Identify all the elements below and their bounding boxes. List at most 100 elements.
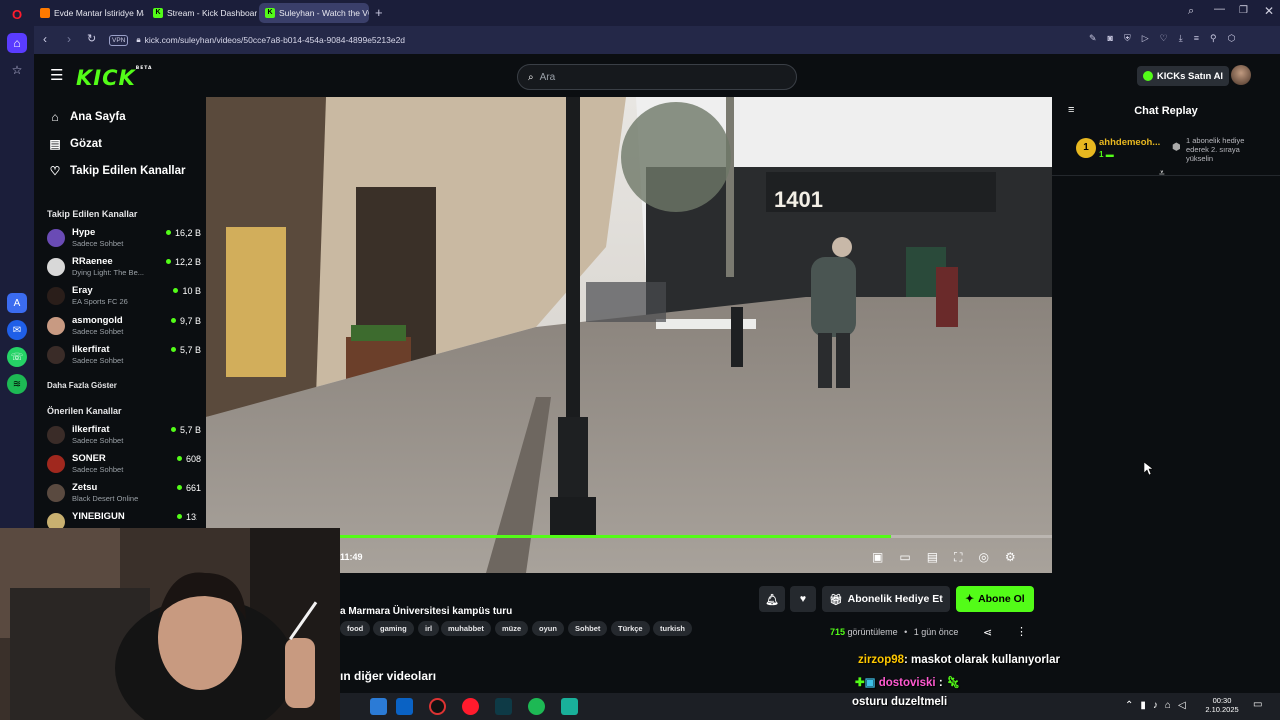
- expand-icon[interactable]: ⩡: [1159, 168, 1165, 179]
- recommended-channel[interactable]: Zetsu Black Desert Online 661: [47, 480, 201, 508]
- forward-icon[interactable]: ›: [67, 32, 71, 46]
- show-more-link[interactable]: Daha Fazla Göster: [47, 381, 117, 390]
- shield-icon[interactable]: ⛨: [1124, 33, 1131, 44]
- share-icon[interactable]: ⋖: [983, 626, 992, 639]
- browser-toolbar-icons: ✎ ◙ ⛨ ▷ ♡ ⤓ ≡ ⚲ ⬡: [1089, 33, 1235, 44]
- battery-icon[interactable]: ▮: [1140, 700, 1146, 711]
- opera-logo-icon[interactable]: O: [7, 4, 27, 24]
- download-icon[interactable]: ⤓: [1179, 33, 1183, 44]
- follow-button[interactable]: ♥: [790, 586, 816, 612]
- gift-icon: 🎁︎: [829, 593, 843, 606]
- app-icon[interactable]: [429, 698, 446, 715]
- pinned-user[interactable]: ahhdemeoh...: [1099, 137, 1160, 148]
- reload-icon[interactable]: ↻: [87, 32, 96, 45]
- home-rail-icon[interactable]: ⌂: [7, 33, 27, 53]
- followed-channel[interactable]: ilkerfirat Sadece Sohbet 5,7 B: [47, 342, 201, 370]
- channel-name: Hype: [72, 227, 96, 238]
- close-icon[interactable]: ✕: [1264, 4, 1274, 18]
- network-icon[interactable]: ⌂: [1165, 700, 1171, 711]
- nav-following[interactable]: ♡ Takip Edilen Kanallar: [48, 164, 186, 178]
- edit-icon[interactable]: ✎: [1089, 33, 1097, 44]
- tag[interactable]: food: [340, 621, 371, 636]
- kick-header: ☰ KICKBETA ⌕ Ara KICKs Satın Al: [34, 54, 1280, 96]
- tag[interactable]: müze: [495, 621, 529, 636]
- mic-icon[interactable]: ♪: [1153, 700, 1158, 711]
- app-icon[interactable]: [495, 698, 512, 715]
- tag[interactable]: Türkçe: [611, 621, 650, 636]
- channel-category: Black Desert Online: [72, 494, 139, 503]
- star-icon[interactable]: ☆: [7, 60, 27, 80]
- tab-2[interactable]: K Stream - Kick Dashboard: [147, 3, 257, 23]
- pinned-count-value: 1: [1099, 150, 1104, 159]
- profile-icon[interactable]: ⚲: [1210, 33, 1217, 44]
- play-icon[interactable]: ▷: [1142, 33, 1149, 44]
- whatsapp-icon[interactable]: ☏: [7, 347, 27, 367]
- recommended-channel[interactable]: ilkerfirat Sadece Sohbet 5,7 B: [47, 422, 201, 450]
- notification-button[interactable]: 🔔︎: [759, 586, 785, 612]
- extension-icon[interactable]: ⬡: [1228, 33, 1236, 44]
- start-icon[interactable]: [370, 698, 387, 715]
- volume-icon[interactable]: ◁: [1178, 700, 1186, 711]
- opera-icon[interactable]: [462, 698, 479, 715]
- vpn-badge[interactable]: VPN: [109, 34, 129, 46]
- overlay-user: dostoviski: [878, 677, 936, 689]
- clock[interactable]: 00:30 2.10.2025: [1200, 696, 1244, 714]
- spotify-icon[interactable]: ≋: [7, 374, 27, 394]
- viewer-count: 5,7 B: [171, 425, 201, 435]
- overlay-user: zirzop98: [858, 654, 905, 666]
- tag[interactable]: irl: [418, 621, 440, 636]
- followed-channel[interactable]: Eray EA Sports FC 26 10 B: [47, 283, 201, 311]
- channel-name: RRaenee: [72, 256, 113, 267]
- sub-icon: ▬: [1105, 150, 1114, 159]
- camera-icon[interactable]: ◙: [1108, 33, 1113, 44]
- tag[interactable]: muhabbet: [441, 621, 491, 636]
- notification-icon[interactable]: ▭: [1253, 699, 1262, 710]
- outlook-icon[interactable]: [396, 698, 413, 715]
- clip-icon[interactable]: ▤: [927, 550, 938, 565]
- tag[interactable]: turkish: [653, 621, 693, 636]
- tab-3-active[interactable]: K Suleyhan - Watch the VOD: [259, 3, 369, 23]
- more-options-icon[interactable]: ⋮: [1016, 625, 1027, 638]
- tab-1[interactable]: Evde Mantar İstiridye Man: [34, 3, 144, 23]
- nav-browse[interactable]: ▤ Gözat: [48, 137, 102, 151]
- kick-logo[interactable]: KICKBETA: [76, 66, 153, 90]
- speed-icon[interactable]: ◎: [978, 550, 988, 565]
- miniplayer-icon[interactable]: ▣: [872, 550, 883, 565]
- followed-channel[interactable]: Hype Sadece Sohbet 16,2 B: [47, 225, 201, 253]
- buy-kicks-button[interactable]: KICKs Satın Al: [1137, 66, 1229, 86]
- tag[interactable]: Sohbet: [568, 621, 608, 636]
- chevron-up-icon[interactable]: ⌃: [1125, 700, 1133, 711]
- aria-icon[interactable]: A: [7, 293, 27, 313]
- theater-icon[interactable]: ▭: [899, 550, 910, 565]
- tag[interactable]: gaming: [373, 621, 414, 636]
- followed-channel[interactable]: RRaenee Dying Light: The Be... 12,2 B: [47, 254, 201, 282]
- back-icon[interactable]: ‹: [43, 32, 47, 46]
- subscribe-button[interactable]: ✦ Abone Ol: [956, 586, 1034, 612]
- settings-icon[interactable]: ⚙: [1005, 550, 1016, 565]
- new-tab-icon[interactable]: +: [375, 5, 383, 20]
- minimize-icon[interactable]: —: [1214, 3, 1225, 15]
- spotify-icon[interactable]: [528, 698, 545, 715]
- tab-title: Suleyhan - Watch the VOD: [279, 8, 369, 18]
- menu-icon[interactable]: ≡: [1194, 33, 1199, 44]
- fullscreen-icon[interactable]: ⛶: [954, 550, 962, 565]
- search-tabs-icon[interactable]: ⌕: [1188, 5, 1194, 18]
- maximize-icon[interactable]: ❐: [1239, 5, 1248, 16]
- viewer-count: 661: [177, 483, 201, 493]
- followed-channel[interactable]: asmongold Sadece Sohbet 9,7 B: [47, 313, 201, 341]
- heart-outline-icon[interactable]: ♡: [1160, 33, 1168, 44]
- nav-home[interactable]: ⌂ Ana Sayfa: [48, 110, 125, 124]
- viewer-count: 10 B: [173, 286, 201, 296]
- recommended-channel[interactable]: YINEBIGUN 131: [47, 509, 197, 528]
- hamburger-icon[interactable]: ☰: [50, 66, 63, 84]
- tab-title: Evde Mantar İstiridye Man: [54, 8, 144, 18]
- search-input[interactable]: ⌕ Ara: [517, 64, 797, 90]
- user-avatar[interactable]: [1231, 65, 1251, 85]
- channel-name: YINEBIGUN: [72, 511, 125, 522]
- gift-sub-button[interactable]: 🎁︎ Abonelik Hediye Et: [822, 586, 950, 612]
- video-player[interactable]: 1401 11:49 ▣ ▭ ▤ ⛶ ◎ ⚙: [206, 97, 1052, 573]
- recommended-channel[interactable]: SONER Sadece Sohbet 608: [47, 451, 201, 479]
- tag[interactable]: oyun: [532, 621, 564, 636]
- messenger-icon[interactable]: ✉: [7, 320, 27, 340]
- app-icon[interactable]: [561, 698, 578, 715]
